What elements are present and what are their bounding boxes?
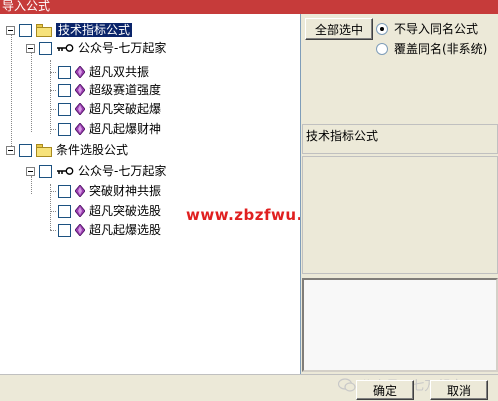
- item-label[interactable]: 超凡双共振: [89, 65, 149, 79]
- group-checkbox[interactable]: [19, 143, 32, 157]
- cancel-button[interactable]: 取消: [430, 380, 488, 400]
- tree-line: [11, 32, 12, 154]
- description-box: [302, 156, 498, 274]
- tree-item-row[interactable]: 超凡起爆财神: [50, 120, 161, 138]
- dialog-footer: 公众号 · 七万起家 确定 取消: [0, 374, 498, 401]
- tree-item-row[interactable]: 突破财神共振: [50, 182, 161, 200]
- tree-group-row[interactable]: 技术指标公式: [6, 21, 133, 39]
- key-icon: [57, 44, 74, 52]
- item-checkbox[interactable]: [58, 184, 71, 198]
- tree-item-row[interactable]: 超凡突破选股: [50, 202, 161, 220]
- tree-line: [31, 52, 32, 132]
- item-label[interactable]: 超凡突破选股: [89, 204, 161, 218]
- collapse-icon[interactable]: [26, 43, 35, 53]
- formula-icon: [75, 66, 85, 78]
- formula-tree: 技术指标公式 公众号-七万起家 超凡双共振 超级赛道强度 超凡突破起爆 超凡起爆…: [0, 14, 301, 374]
- formula-icon: [75, 103, 85, 115]
- url-watermark: www.zbzfwu.com: [186, 206, 300, 224]
- group-label[interactable]: 技术指标公式: [56, 23, 133, 37]
- item-checkbox[interactable]: [58, 102, 71, 116]
- radio-button[interactable]: [376, 42, 388, 55]
- wechat-icon: [338, 377, 356, 392]
- item-label[interactable]: 超级赛道强度: [89, 83, 161, 97]
- radio-button[interactable]: [376, 22, 388, 35]
- item-checkbox[interactable]: [58, 122, 71, 136]
- window-title: 导入公式: [0, 0, 498, 14]
- formula-icon: [75, 185, 85, 197]
- options-panel: 全部选中 不导入同名公式 覆盖同名(非系统) 技术指标公式: [302, 14, 498, 374]
- tree-group-row[interactable]: 条件选股公式: [6, 141, 128, 159]
- collapse-icon[interactable]: [6, 145, 15, 155]
- subgroup-checkbox[interactable]: [39, 41, 52, 55]
- item-checkbox[interactable]: [58, 65, 71, 79]
- item-label[interactable]: 超凡突破起爆: [89, 102, 161, 116]
- subgroup-label[interactable]: 公众号-七万起家: [78, 164, 166, 178]
- item-label[interactable]: 突破财神共振: [89, 184, 161, 198]
- tree-subgroup-row[interactable]: 公众号-七万起家: [26, 39, 166, 57]
- collapse-icon[interactable]: [6, 25, 15, 35]
- folder-icon: [36, 23, 52, 37]
- preview-box[interactable]: [302, 278, 498, 372]
- tree-item-row[interactable]: 超凡起爆选股: [50, 221, 161, 239]
- tree-subgroup-row[interactable]: 公众号-七万起家: [26, 162, 166, 180]
- formula-icon: [75, 84, 85, 96]
- tree-item-row[interactable]: 超级赛道强度: [50, 81, 161, 99]
- key-icon: [57, 167, 74, 175]
- radio-label: 不导入同名公式: [394, 22, 479, 36]
- radio-no-import[interactable]: 不导入同名公式: [376, 20, 478, 37]
- formula-icon: [75, 224, 85, 236]
- subgroup-label[interactable]: 公众号-七万起家: [78, 41, 166, 55]
- formula-icon: [75, 123, 85, 135]
- item-checkbox[interactable]: [58, 83, 71, 97]
- collapse-icon[interactable]: [26, 166, 35, 176]
- radio-label: 覆盖同名(非系统): [394, 42, 488, 56]
- subgroup-checkbox[interactable]: [39, 164, 52, 178]
- group-checkbox[interactable]: [19, 23, 32, 37]
- item-checkbox[interactable]: [58, 223, 71, 237]
- item-label[interactable]: 超凡起爆选股: [89, 223, 161, 237]
- ok-button[interactable]: 确定: [356, 380, 414, 400]
- item-checkbox[interactable]: [58, 204, 71, 218]
- tree-item-row[interactable]: 超凡双共振: [50, 63, 149, 81]
- group-label[interactable]: 条件选股公式: [56, 143, 128, 157]
- formula-type-label: 技术指标公式: [306, 129, 379, 143]
- item-label[interactable]: 超凡起爆财神: [89, 122, 161, 136]
- tree-item-row[interactable]: 超凡突破起爆: [50, 100, 161, 118]
- formula-type-box: 技术指标公式: [302, 124, 498, 154]
- folder-icon: [36, 143, 52, 157]
- radio-overwrite[interactable]: 覆盖同名(非系统): [376, 40, 487, 57]
- formula-icon: [75, 205, 85, 217]
- select-all-button[interactable]: 全部选中: [305, 18, 373, 40]
